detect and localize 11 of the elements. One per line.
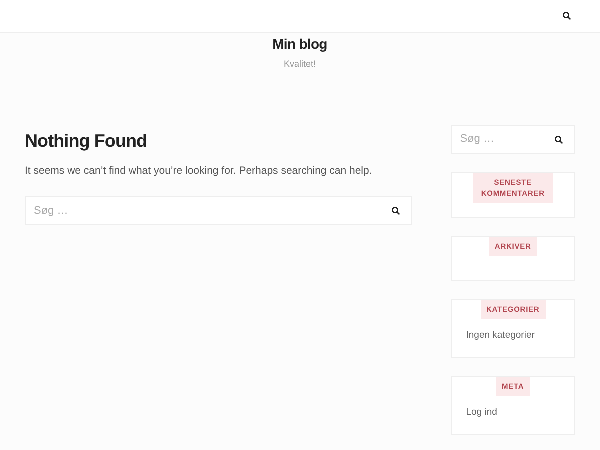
widget-link[interactable]: Ingen kategorier xyxy=(452,328,535,343)
search-icon[interactable] xyxy=(554,136,563,144)
search-icon[interactable] xyxy=(563,12,571,20)
site-title[interactable]: Min blog xyxy=(272,34,328,55)
search-field[interactable]: Søg … xyxy=(25,196,412,226)
site-tagline: Kvalitet! xyxy=(284,58,316,71)
message-text: It seems we can’t find what you’re looking for. Perhaps searching can help. xyxy=(25,164,374,178)
widget-link[interactable]: Log ind xyxy=(452,406,498,420)
search-field[interactable]: Søg … xyxy=(451,124,575,154)
search-icon[interactable] xyxy=(392,207,400,216)
page-heading: Nothing Found xyxy=(25,132,148,150)
